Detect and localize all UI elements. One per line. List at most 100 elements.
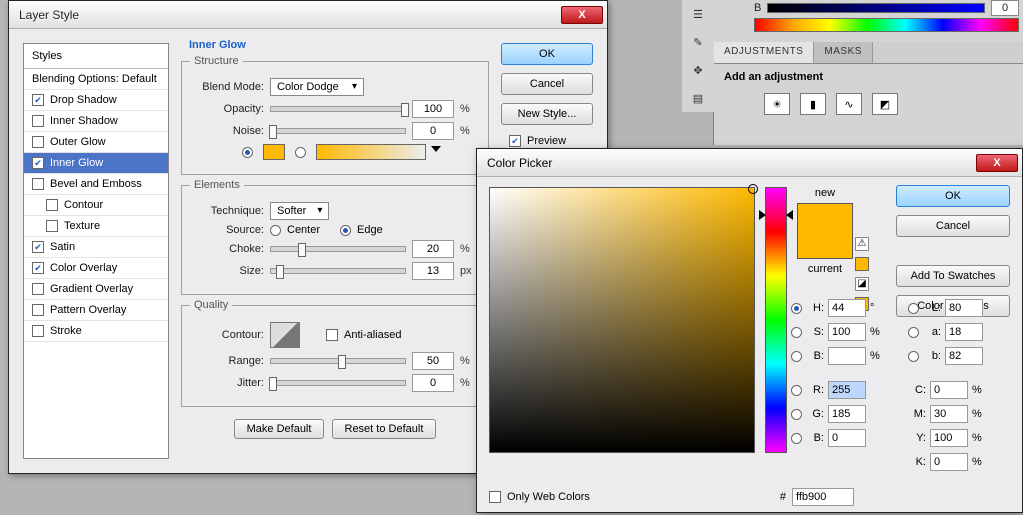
gamut-swatch[interactable] bbox=[855, 257, 869, 271]
glow-gradient-swatch[interactable] bbox=[316, 144, 426, 160]
ok-button[interactable]: OK bbox=[501, 43, 593, 65]
checkbox-icon[interactable] bbox=[32, 178, 44, 190]
tool-icon[interactable]: ▤ bbox=[682, 84, 714, 112]
glow-source-gradient-radio[interactable] bbox=[295, 147, 306, 158]
titlebar[interactable]: Color Picker X bbox=[477, 149, 1022, 177]
checkbox-icon[interactable]: ✔ bbox=[32, 262, 44, 274]
h-radio[interactable] bbox=[791, 303, 802, 314]
bevel-row[interactable]: Bevel and Emboss bbox=[24, 174, 168, 195]
levels-icon[interactable]: ▮ bbox=[800, 93, 826, 115]
checkbox-icon[interactable] bbox=[32, 304, 44, 316]
checkbox-icon[interactable] bbox=[32, 325, 44, 337]
color-overlay-row[interactable]: ✔Color Overlay bbox=[24, 258, 168, 279]
source-center-radio[interactable] bbox=[270, 225, 281, 236]
jitter-input[interactable]: 0 bbox=[412, 374, 454, 392]
websafe-warning-icon[interactable]: ◪ bbox=[855, 277, 869, 291]
cancel-button[interactable]: Cancel bbox=[896, 215, 1010, 237]
jitter-slider[interactable] bbox=[270, 380, 406, 386]
sat-val-field[interactable] bbox=[489, 187, 755, 453]
reset-default-button[interactable]: Reset to Default bbox=[332, 419, 437, 439]
add-swatches-button[interactable]: Add To Swatches bbox=[896, 265, 1010, 287]
tab-adjustments[interactable]: ADJUSTMENTS bbox=[714, 42, 814, 63]
s-radio[interactable] bbox=[791, 327, 802, 338]
curves-icon[interactable]: ∿ bbox=[836, 93, 862, 115]
opacity-slider[interactable] bbox=[270, 106, 406, 112]
m-input[interactable]: 30 bbox=[930, 405, 968, 423]
l-radio[interactable] bbox=[908, 303, 919, 314]
stroke-row[interactable]: Stroke bbox=[24, 321, 168, 342]
b2-radio[interactable] bbox=[791, 433, 802, 444]
checkbox-icon[interactable] bbox=[46, 199, 58, 211]
checkbox-icon[interactable] bbox=[46, 220, 58, 232]
pattern-overlay-row[interactable]: Pattern Overlay bbox=[24, 300, 168, 321]
brightness-contrast-icon[interactable]: ☀ bbox=[764, 93, 790, 115]
gradient-overlay-row[interactable]: Gradient Overlay bbox=[24, 279, 168, 300]
checkbox-icon[interactable]: ✔ bbox=[32, 157, 44, 169]
b-value[interactable]: 0 bbox=[991, 0, 1019, 16]
b-input[interactable] bbox=[828, 347, 866, 365]
texture-row[interactable]: Texture bbox=[24, 216, 168, 237]
h-input[interactable]: 44 bbox=[828, 299, 866, 317]
opacity-input[interactable]: 100 bbox=[412, 100, 454, 118]
noise-slider[interactable] bbox=[270, 128, 406, 134]
choke-slider[interactable] bbox=[270, 246, 406, 252]
glow-source-color-radio[interactable] bbox=[242, 147, 253, 158]
make-default-button[interactable]: Make Default bbox=[234, 419, 325, 439]
checkbox-icon[interactable]: ✔ bbox=[32, 94, 44, 106]
exposure-icon[interactable]: ◩ bbox=[872, 93, 898, 115]
ok-button[interactable]: OK bbox=[896, 185, 1010, 207]
inner-shadow-row[interactable]: Inner Shadow bbox=[24, 111, 168, 132]
choke-input[interactable]: 20 bbox=[412, 240, 454, 258]
inner-glow-row[interactable]: ✔Inner Glow bbox=[24, 153, 168, 174]
outer-glow-row[interactable]: Outer Glow bbox=[24, 132, 168, 153]
preview-checkbox[interactable]: ✔ bbox=[509, 135, 521, 147]
tool-icon[interactable]: ☰ bbox=[682, 0, 714, 28]
checkbox-icon[interactable] bbox=[32, 115, 44, 127]
only-web-checkbox[interactable] bbox=[489, 491, 501, 503]
new-style-button[interactable]: New Style... bbox=[501, 103, 593, 125]
close-button[interactable]: X bbox=[976, 154, 1018, 172]
lb-radio[interactable] bbox=[908, 351, 919, 362]
spectrum-bar[interactable] bbox=[754, 18, 1019, 32]
checkbox-icon[interactable] bbox=[32, 283, 44, 295]
size-slider[interactable] bbox=[270, 268, 406, 274]
g-input[interactable]: 185 bbox=[828, 405, 866, 423]
titlebar[interactable]: Layer Style X bbox=[9, 1, 607, 29]
y-input[interactable]: 100 bbox=[930, 429, 968, 447]
checkbox-icon[interactable] bbox=[32, 136, 44, 148]
tool-icon[interactable]: ✥ bbox=[682, 56, 714, 84]
lb-input[interactable]: 82 bbox=[945, 347, 983, 365]
b-slider[interactable] bbox=[767, 3, 985, 13]
cancel-button[interactable]: Cancel bbox=[501, 73, 593, 95]
anti-aliased-checkbox[interactable] bbox=[326, 329, 338, 341]
satin-row[interactable]: ✔Satin bbox=[24, 237, 168, 258]
checkbox-icon[interactable]: ✔ bbox=[32, 241, 44, 253]
k-input[interactable]: 0 bbox=[930, 453, 968, 471]
range-slider[interactable] bbox=[270, 358, 406, 364]
range-input[interactable]: 50 bbox=[412, 352, 454, 370]
technique-dropdown[interactable]: Softer bbox=[270, 202, 329, 220]
source-edge-radio[interactable] bbox=[340, 225, 351, 236]
b-radio[interactable] bbox=[791, 351, 802, 362]
a-input[interactable]: 18 bbox=[945, 323, 983, 341]
close-button[interactable]: X bbox=[561, 6, 603, 24]
r-input[interactable]: 255 bbox=[828, 381, 866, 399]
size-input[interactable]: 13 bbox=[412, 262, 454, 280]
s-input[interactable]: 100 bbox=[828, 323, 866, 341]
blending-options-row[interactable]: Blending Options: Default bbox=[24, 69, 168, 90]
tool-icon[interactable]: ✎ bbox=[682, 28, 714, 56]
contour-picker[interactable] bbox=[270, 322, 300, 348]
a-radio[interactable] bbox=[908, 327, 919, 338]
hue-slider[interactable] bbox=[765, 187, 787, 453]
gamut-warning-icon[interactable]: ⚠ bbox=[855, 237, 869, 251]
styles-header[interactable]: Styles bbox=[24, 44, 168, 69]
noise-input[interactable]: 0 bbox=[412, 122, 454, 140]
l-input[interactable]: 80 bbox=[945, 299, 983, 317]
hex-input[interactable]: ffb900 bbox=[792, 488, 854, 506]
r-radio[interactable] bbox=[791, 385, 802, 396]
c-input[interactable]: 0 bbox=[930, 381, 968, 399]
contour-row[interactable]: Contour bbox=[24, 195, 168, 216]
color-compare[interactable] bbox=[797, 203, 853, 259]
blend-mode-dropdown[interactable]: Color Dodge bbox=[270, 78, 364, 96]
tab-masks[interactable]: MASKS bbox=[814, 42, 873, 63]
